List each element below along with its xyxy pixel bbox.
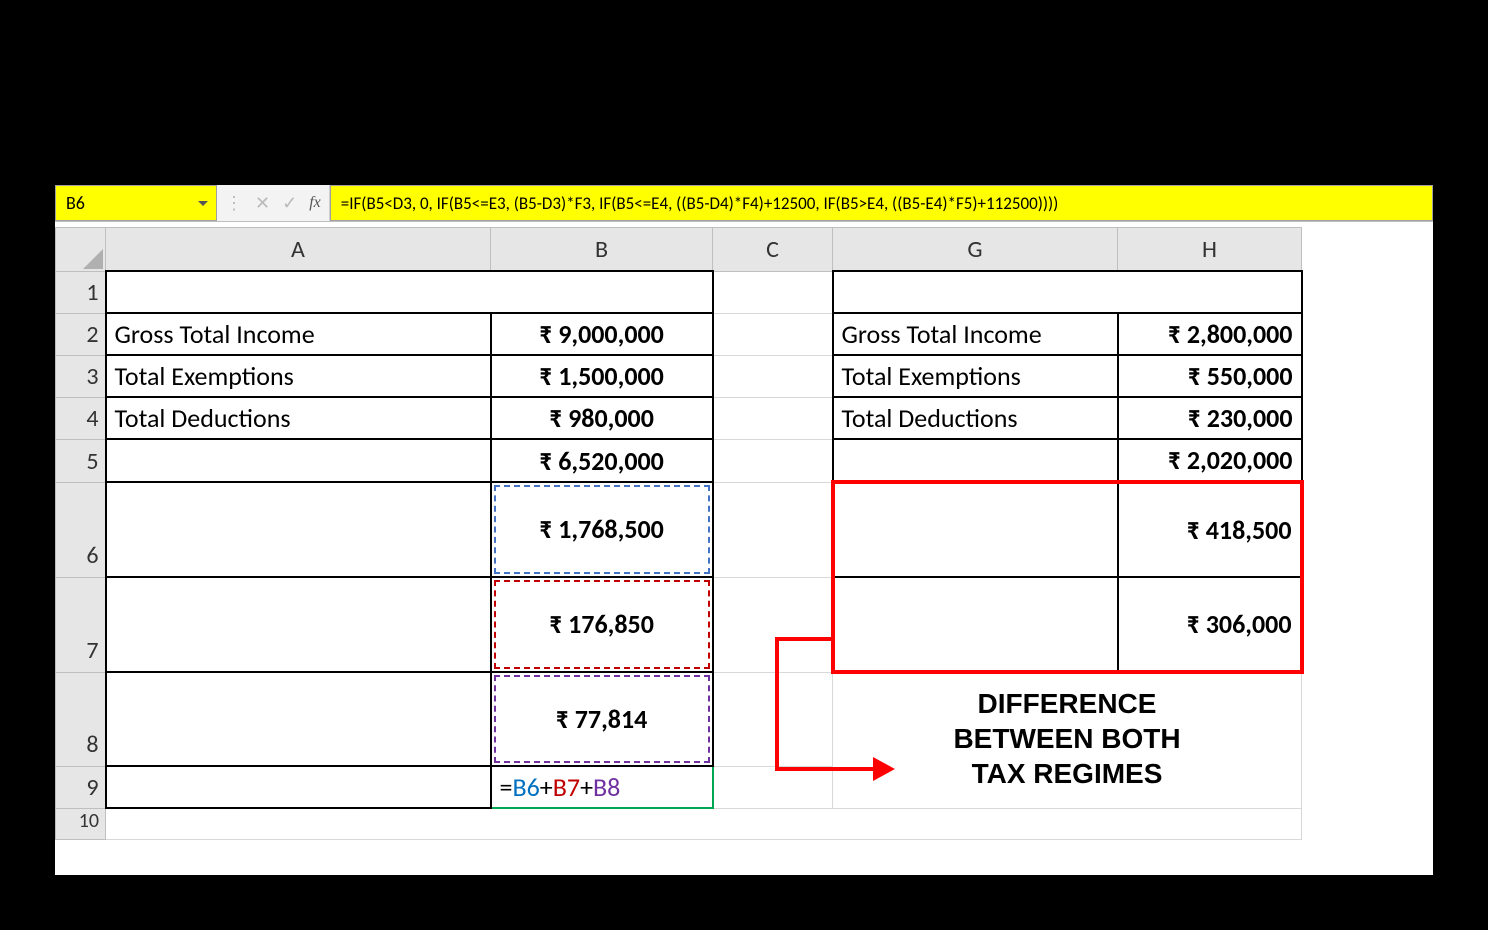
- arrow-line-icon: [775, 767, 875, 771]
- left-label[interactable]: Total Exemptions: [106, 355, 491, 397]
- blank-cell[interactable]: [713, 355, 833, 397]
- row-header[interactable]: 8: [56, 672, 106, 766]
- right-regime-label[interactable]: Tax on Income (Old Tax Regime): [833, 482, 1118, 577]
- left-value[interactable]: ₹ 1,500,000: [491, 355, 713, 397]
- col-header-G[interactable]: G: [833, 228, 1118, 272]
- select-all-corner[interactable]: [56, 228, 106, 272]
- annotation-text: DIFFERENCE BETWEEN BOTH TAX REGIMES: [953, 686, 1180, 791]
- formula-ref-b7: B7: [553, 771, 580, 803]
- right-label[interactable]: Total Deductions: [833, 397, 1118, 439]
- left-value[interactable]: ₹ 980,000: [491, 397, 713, 439]
- spreadsheet-grid[interactable]: A B C G H 1 Income Details Alex's Income…: [55, 227, 1433, 875]
- left-calc-label[interactable]: 10% Surcharge for Income more than 50 La…: [106, 577, 491, 672]
- value-text: ₹ 176,850: [549, 608, 654, 640]
- right-header: Alex's Income Details: [833, 271, 1302, 313]
- formula-text: =IF(B5<D3, 0, IF(B5<=E3, (B5-D3)*F3, IF(…: [341, 193, 1059, 214]
- fx-icon[interactable]: fx: [309, 194, 321, 212]
- left-header: Income Details: [106, 271, 713, 313]
- blank-cell[interactable]: [713, 439, 833, 482]
- col-header-H[interactable]: H: [1118, 228, 1302, 272]
- name-box[interactable]: B6: [55, 185, 217, 221]
- formula-bar-buttons: ⋮ ✕ ✓ fx: [217, 185, 330, 221]
- value-text: ₹ 1,768,500: [539, 513, 664, 545]
- row-header[interactable]: 2: [56, 313, 106, 355]
- formula-input[interactable]: =IF(B5<D3, 0, IF(B5<=E3, (B5-D3)*F3, IF(…: [330, 185, 1433, 221]
- left-calc-label[interactable]: 4% Health & Education Cess: [106, 672, 491, 766]
- blank-cell[interactable]: [713, 482, 833, 577]
- row-header[interactable]: 3: [56, 355, 106, 397]
- right-label[interactable]: Total Exemptions: [833, 355, 1118, 397]
- left-label[interactable]: Gross Total Income: [106, 313, 491, 355]
- right-regime-value[interactable]: ₹ 418,500: [1118, 482, 1302, 577]
- left-total-label[interactable]: Total Tax: [106, 766, 491, 808]
- left-label[interactable]: Total Deductions: [106, 397, 491, 439]
- right-taxable-label[interactable]: Taxable Income: [833, 439, 1118, 482]
- left-value[interactable]: ₹ 9,000,000: [491, 313, 713, 355]
- blank-cell[interactable]: [713, 271, 833, 313]
- right-value[interactable]: ₹ 230,000: [1118, 397, 1302, 439]
- left-taxable-label[interactable]: Taxable Income: [106, 439, 491, 482]
- cancel-icon[interactable]: ✕: [255, 192, 270, 214]
- row-header[interactable]: 6: [56, 482, 106, 577]
- right-regime-value[interactable]: ₹ 306,000: [1118, 577, 1302, 672]
- right-regime-label[interactable]: Tax on Income (New Tax Regime): [833, 577, 1118, 672]
- formula-part: +: [580, 771, 593, 803]
- row-header[interactable]: 4: [56, 397, 106, 439]
- col-header-C[interactable]: C: [713, 228, 833, 272]
- left-calc-label[interactable]: Tax on Income (Old Tax Regime): [106, 482, 491, 577]
- right-value[interactable]: ₹ 2,800,000: [1118, 313, 1302, 355]
- formula-bar: B6 ⋮ ✕ ✓ fx =IF(B5<D3, 0, IF(B5<=E3, (B5…: [55, 185, 1433, 222]
- blank-cell[interactable]: [713, 577, 833, 672]
- arrow-line-icon: [775, 637, 832, 641]
- blank-cell[interactable]: [713, 313, 833, 355]
- row-header[interactable]: 5: [56, 439, 106, 482]
- excel-window: B6 ⋮ ✕ ✓ fx =IF(B5<D3, 0, IF(B5<=E3, (B5…: [55, 185, 1433, 875]
- formula-ref-b6: B6: [512, 771, 539, 803]
- enter-icon[interactable]: ✓: [282, 192, 297, 214]
- blank-cell[interactable]: [713, 672, 833, 766]
- formula-part: =: [500, 771, 513, 803]
- col-header-A[interactable]: A: [106, 228, 491, 272]
- right-taxable-value[interactable]: ₹ 2,020,000: [1118, 439, 1302, 482]
- row-header[interactable]: 1: [56, 271, 106, 313]
- name-box-value: B6: [66, 192, 85, 214]
- left-total-formula-cell[interactable]: =B6+B7+B8: [491, 766, 713, 808]
- grid-table: A B C G H 1 Income Details Alex's Income…: [55, 227, 1304, 840]
- right-value[interactable]: ₹ 550,000: [1118, 355, 1302, 397]
- formula-part: +: [540, 771, 553, 803]
- blank-cell[interactable]: [713, 397, 833, 439]
- annotation-area: DIFFERENCE BETWEEN BOTH TAX REGIMES: [833, 672, 1302, 808]
- blank-cell[interactable]: [713, 766, 833, 808]
- left-calc-value[interactable]: ₹ 77,814: [491, 672, 713, 766]
- dots-icon: ⋮: [225, 192, 243, 214]
- arrow-head-icon: [873, 757, 907, 781]
- arrow-line-icon: [775, 639, 779, 769]
- left-calc-value[interactable]: ₹ 176,850: [491, 577, 713, 672]
- col-header-B[interactable]: B: [491, 228, 713, 272]
- left-taxable-value[interactable]: ₹ 6,520,000: [491, 439, 713, 482]
- left-calc-value[interactable]: ₹ 1,768,500: [491, 482, 713, 577]
- formula-ref-b8: B8: [593, 771, 620, 803]
- row-header[interactable]: 9: [56, 766, 106, 808]
- row-header[interactable]: 10: [56, 808, 106, 839]
- row-header[interactable]: 7: [56, 577, 106, 672]
- blank-cell[interactable]: [106, 808, 1302, 839]
- value-text: ₹ 77,814: [556, 703, 648, 735]
- right-label[interactable]: Gross Total Income: [833, 313, 1118, 355]
